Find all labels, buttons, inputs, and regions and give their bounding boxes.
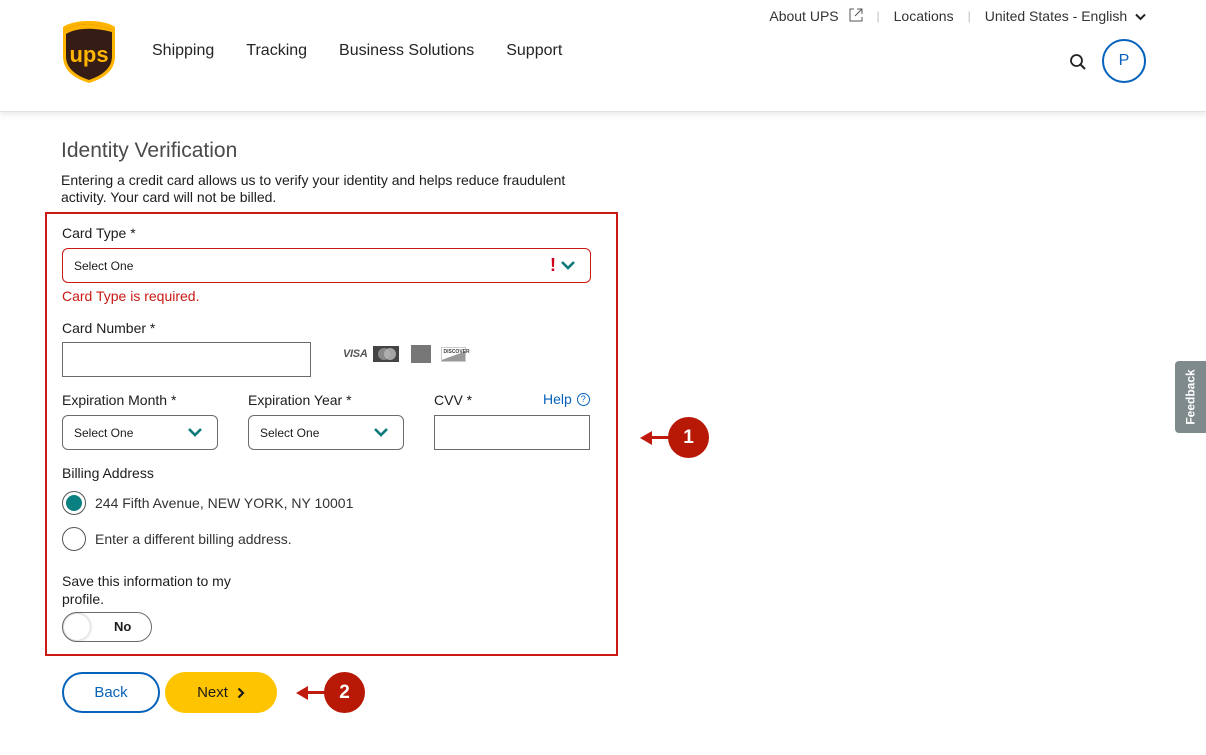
nav-tracking[interactable]: Tracking	[246, 42, 307, 60]
billing-address-option-different[interactable]: Enter a different billing address.	[62, 527, 292, 551]
about-ups-link[interactable]: About UPS	[769, 8, 863, 24]
annotation-badge: 1	[668, 417, 709, 458]
arrow-left-icon	[296, 685, 308, 700]
expiration-year-label: Expiration Year *	[248, 392, 352, 408]
discover-icon: DISCOVER	[441, 346, 470, 362]
expiration-month-select[interactable]: Select One	[62, 415, 218, 450]
external-link-icon	[849, 8, 863, 22]
error-icon: !	[550, 255, 556, 275]
save-profile-toggle[interactable]: No	[62, 612, 152, 642]
mastercard-icon	[373, 346, 400, 362]
svg-text:ups: ups	[69, 42, 108, 67]
intro-text: Entering a credit card allows us to veri…	[61, 172, 566, 205]
site-header: ups Shipping Tracking Business Solutions…	[0, 0, 1206, 112]
language-selector[interactable]: United States - English	[985, 8, 1146, 24]
page-title: Identity Verification	[61, 139, 238, 162]
nav-business-solutions[interactable]: Business Solutions	[339, 42, 474, 60]
cvv-label: CVV *	[434, 392, 473, 408]
help-icon: ?	[576, 392, 590, 406]
back-button[interactable]: Back	[62, 672, 160, 713]
expiration-month-label: Expiration Month *	[62, 392, 177, 408]
annotation-callout-1: 1	[640, 417, 709, 458]
annotation-badge: 2	[324, 672, 365, 713]
card-number-input[interactable]	[62, 342, 311, 377]
chevron-right-icon	[237, 687, 245, 698]
radio-checked[interactable]	[62, 491, 86, 515]
visa-icon: VISA	[343, 348, 368, 360]
main-nav: Shipping Tracking Business Solutions Sup…	[152, 42, 562, 60]
accepted-cards: VISA DISCOVER	[343, 345, 470, 363]
divider: |	[967, 9, 971, 23]
cvv-input[interactable]	[434, 415, 590, 450]
next-button[interactable]: Next	[165, 672, 277, 713]
utility-nav: About UPS | Locations | United States - …	[769, 8, 1146, 24]
locations-link[interactable]: Locations	[894, 8, 954, 24]
divider: |	[876, 9, 880, 23]
cvv-help-link[interactable]: Help ?	[543, 391, 590, 407]
search-icon[interactable]	[1069, 53, 1087, 71]
expiration-year-select[interactable]: Select One	[248, 415, 404, 450]
chevron-down-icon	[188, 428, 202, 437]
amex-icon	[411, 345, 432, 363]
billing-address-option-saved[interactable]: 244 Fifth Avenue, NEW YORK, NY 10001	[62, 491, 353, 515]
chevron-down-icon	[1135, 13, 1146, 21]
chevron-down-icon	[561, 261, 575, 270]
toggle-knob	[64, 614, 90, 640]
ups-logo[interactable]: ups	[62, 20, 116, 84]
profile-avatar[interactable]: P	[1102, 39, 1146, 83]
arrow-left-icon	[640, 430, 652, 445]
card-number-label: Card Number *	[62, 320, 156, 336]
annotation-callout-2: 2	[296, 672, 365, 713]
save-profile-label: Save this information to my profile.	[62, 573, 231, 607]
card-type-label: Card Type *	[62, 225, 136, 241]
chevron-down-icon	[374, 428, 388, 437]
billing-address-label: Billing Address	[62, 465, 154, 481]
nav-support[interactable]: Support	[506, 42, 562, 60]
radio-unchecked[interactable]	[62, 527, 86, 551]
nav-shipping[interactable]: Shipping	[152, 42, 214, 60]
card-type-error: Card Type is required.	[62, 288, 200, 304]
card-type-select[interactable]: Select One !	[62, 248, 591, 283]
feedback-tab[interactable]: Feedback	[1175, 361, 1206, 433]
